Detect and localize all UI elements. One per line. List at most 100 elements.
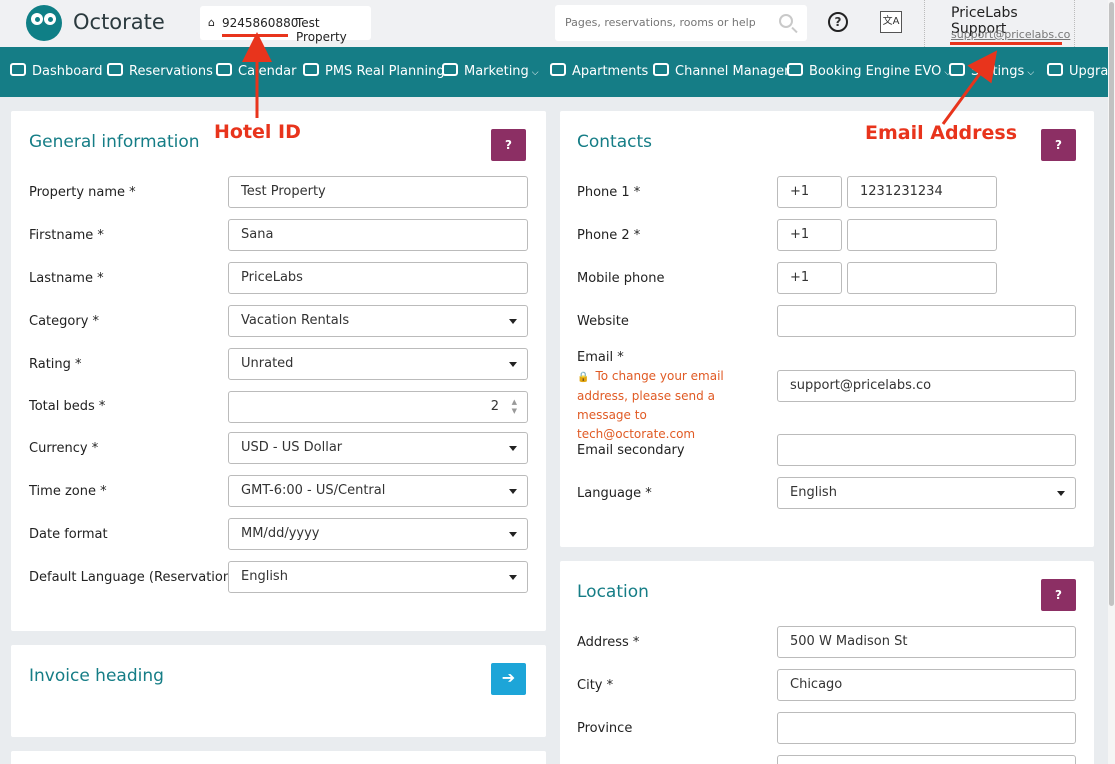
next-input[interactable] — [777, 755, 1076, 764]
caret-down-icon — [1057, 491, 1065, 496]
select-value: Vacation Rentals — [241, 313, 350, 328]
arrow-right-icon[interactable]: ➔ — [491, 663, 526, 695]
chevron-down-icon: ⌵ — [1027, 68, 1035, 78]
phone2-prefix-input[interactable]: +1 — [777, 219, 842, 251]
field-label: City * — [577, 678, 614, 693]
help-button[interactable]: ? — [1041, 579, 1076, 611]
field-label: Mobile phone — [577, 271, 665, 286]
email-change-note: 🔒 To change your email address, please se… — [577, 367, 767, 444]
address-input[interactable]: 500 W Madison St — [777, 626, 1076, 658]
field-label: Rating * — [29, 357, 82, 372]
logo-eye — [31, 13, 43, 25]
panel-title: Contacts — [577, 132, 652, 152]
phone2-input[interactable] — [847, 219, 997, 251]
monitor-icon — [787, 63, 803, 76]
select-value: English — [241, 569, 288, 584]
dashboard-icon — [10, 63, 26, 76]
nav-marketing[interactable]: Marketing ⌵ — [442, 63, 539, 79]
lock-icon: 🔒 — [577, 372, 590, 383]
help-icon[interactable]: ? — [828, 12, 848, 32]
nav-settings[interactable]: Settings ⌵ — [949, 63, 1034, 79]
nav-reservations[interactable]: Reservations — [107, 63, 213, 79]
hotel-name: Test Property — [296, 16, 347, 44]
contacts-panel: Contacts ? Phone 1 * +1 1231231234 Phone… — [560, 111, 1094, 547]
select-value: GMT-6:00 - US/Central — [241, 483, 386, 498]
octorate-logo-icon[interactable] — [26, 5, 62, 41]
nav-dashboard[interactable]: Dashboard — [10, 63, 103, 79]
currency-select[interactable]: USD - US Dollar — [228, 432, 528, 464]
timezone-select[interactable]: GMT-6:00 - US/Central — [228, 475, 528, 507]
date-format-select[interactable]: MM/dd/yyyy — [228, 518, 528, 550]
caret-down-icon — [509, 446, 517, 451]
nav-pms-real-planning[interactable]: PMS Real Planning — [303, 63, 445, 79]
invoice-heading-panel: Invoice heading ➔ — [11, 645, 546, 737]
default-language-select[interactable]: English — [228, 561, 528, 593]
website-input[interactable] — [777, 305, 1076, 337]
scrollbar[interactable] — [1108, 0, 1115, 764]
email-underline — [950, 42, 1062, 45]
field-label: Email secondary — [577, 443, 685, 458]
nav-apartments[interactable]: Apartments — [550, 63, 648, 79]
email-input[interactable]: support@pricelabs.co — [777, 370, 1076, 402]
caret-down-icon — [509, 362, 517, 367]
location-panel: Location ? Address * 500 W Madison St Ci… — [560, 561, 1094, 764]
home-icon: ⌂ — [208, 16, 215, 29]
firstname-input[interactable]: Sana — [228, 219, 528, 251]
phone1-prefix-input[interactable]: +1 — [777, 176, 842, 208]
next-panel — [11, 751, 546, 764]
phone1-input[interactable]: 1231231234 — [847, 176, 997, 208]
language-select[interactable]: English — [777, 477, 1076, 509]
field-label: Website — [577, 314, 629, 329]
chevron-down-icon: ⌵ — [531, 68, 539, 78]
nav-channel-manager[interactable]: Channel Manager — [653, 63, 790, 79]
hotel-id: 9245860880 — [222, 16, 299, 30]
nav-booking-engine[interactable]: Booking Engine EVO ⌵ — [787, 63, 951, 79]
select-value: USD - US Dollar — [241, 440, 343, 455]
mobile-prefix-input[interactable]: +1 — [777, 262, 842, 294]
city-input[interactable]: Chicago — [777, 669, 1076, 701]
field-label: Phone 1 * — [577, 185, 641, 200]
home-icon — [550, 63, 566, 76]
search-icon[interactable] — [779, 14, 793, 28]
field-label: Currency * — [29, 441, 99, 456]
search-input[interactable] — [555, 5, 755, 39]
total-beds-stepper[interactable]: 2 ▲ ▼ — [228, 391, 528, 423]
nav-upgrade[interactable]: Upgrade — [1047, 63, 1108, 79]
mobile-input[interactable] — [847, 262, 997, 294]
lastname-input[interactable]: PriceLabs — [228, 262, 528, 294]
hotel-id-annotation: Hotel ID — [214, 121, 301, 143]
panel-title: Invoice heading — [29, 666, 164, 686]
help-button[interactable]: ? — [491, 129, 526, 161]
field-label: Time zone * — [29, 484, 107, 499]
email-secondary-input[interactable] — [777, 434, 1076, 466]
translate-icon[interactable]: 文A — [880, 11, 902, 33]
caret-down-icon — [509, 532, 517, 537]
select-value: English — [790, 485, 837, 500]
field-label: Category * — [29, 314, 100, 329]
field-label: Email * — [577, 350, 624, 365]
property-name-input[interactable]: Test Property — [228, 176, 528, 208]
field-label: Language * — [577, 486, 652, 501]
spinner-arrows-icon[interactable]: ▲ ▼ — [512, 398, 517, 416]
stepper-value: 2 — [490, 399, 499, 414]
rating-select[interactable]: Unrated — [228, 348, 528, 380]
user-email[interactable]: support@pricelabs.co — [951, 28, 1070, 41]
select-value: MM/dd/yyyy — [241, 526, 320, 541]
scrollbar-thumb[interactable] — [1109, 2, 1114, 606]
card-icon — [1047, 63, 1063, 76]
province-input[interactable] — [777, 712, 1076, 744]
brand-name: Octorate — [73, 10, 165, 34]
shuffle-icon — [653, 63, 669, 76]
panel-title: Location — [577, 582, 649, 602]
reservations-icon — [107, 63, 123, 76]
field-label: Lastname * — [29, 271, 104, 286]
user-menu[interactable]: PriceLabs Support support@pricelabs.co — [924, 0, 1075, 47]
email-address-annotation: Email Address — [865, 122, 1018, 144]
category-select[interactable]: Vacation Rentals — [228, 305, 528, 337]
general-information-panel: General information ? Property name * Te… — [11, 111, 546, 631]
calendar-icon — [216, 63, 232, 76]
help-button[interactable]: ? — [1041, 129, 1076, 161]
field-label: Address * — [577, 635, 640, 650]
panel-title: General information — [29, 132, 200, 152]
nav-calendar[interactable]: Calendar — [216, 63, 296, 79]
